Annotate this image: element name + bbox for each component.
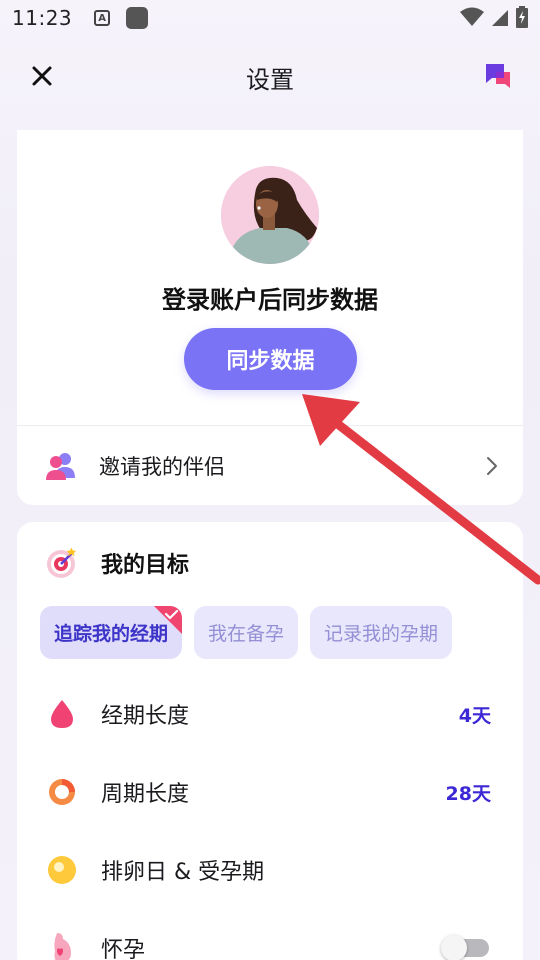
pregnancy-toggle[interactable]: [441, 935, 491, 960]
tab-track-period[interactable]: 追踪我的经期: [40, 606, 183, 659]
check-badge-icon: [154, 606, 183, 634]
pregnancy-row[interactable]: 怀孕: [17, 918, 523, 960]
target-icon: [47, 547, 77, 578]
invite-label: 邀请我的伴侣: [99, 454, 225, 479]
drop-icon: [51, 700, 73, 728]
tab-track-pregnancy[interactable]: 记录我的孕期: [310, 606, 453, 659]
account-card: 登录账户后同步数据 同步数据 邀请我的伴侣: [17, 130, 523, 505]
battery-icon: [516, 6, 528, 28]
period-length-row[interactable]: 经期长度 4天: [17, 684, 523, 744]
partner-icon: [46, 452, 75, 480]
invite-partner-row[interactable]: 邀请我的伴侣: [17, 426, 523, 505]
goals-card: 我的目标 追踪我的经期 我在备孕 记录我的孕期 经期长度 4天 周期长度 28天…: [17, 522, 523, 960]
tab-trying-to-conceive[interactable]: 我在备孕: [194, 606, 299, 659]
notification-app-icon: A: [94, 10, 111, 26]
header: 设置: [0, 50, 540, 100]
row-label: 怀孕: [101, 938, 146, 960]
notification-square-icon: [126, 7, 149, 29]
row-label: 排卵日 & 受孕期: [101, 860, 265, 885]
ovulation-icon: [48, 856, 76, 884]
row-label: 经期长度: [101, 704, 190, 729]
cycle-length-row[interactable]: 周期长度 28天: [17, 762, 523, 822]
goal-tabs: 追踪我的经期 我在备孕 记录我的孕期: [40, 606, 453, 659]
status-bar: 11:23 A: [0, 0, 540, 36]
toggle-knob: [441, 935, 467, 960]
cycle-icon: [49, 779, 75, 805]
ovulation-row[interactable]: 排卵日 & 受孕期: [17, 840, 523, 900]
chevron-right-icon: [487, 456, 497, 475]
tab-label: 我在备孕: [208, 623, 285, 645]
row-value: 4天: [458, 704, 491, 727]
signal-icon: [492, 10, 508, 26]
row-value: 28天: [445, 782, 491, 805]
sync-data-button[interactable]: 同步数据: [184, 328, 357, 390]
goal-header: 我的目标: [45, 546, 189, 580]
wifi-icon: [460, 7, 484, 26]
goals-title: 我的目标: [101, 553, 190, 578]
sync-title: 登录账户后同步数据: [162, 286, 378, 314]
status-time: 11:23: [12, 6, 73, 30]
status-icons: [460, 6, 528, 28]
tab-label: 记录我的孕期: [324, 623, 439, 645]
avatar: [221, 166, 319, 264]
tab-label: 追踪我的经期: [54, 623, 169, 645]
chat-bubbles-icon[interactable]: [482, 60, 514, 92]
row-label: 周期长度: [101, 782, 190, 807]
page-title: 设置: [246, 66, 294, 94]
pregnancy-icon: [54, 933, 71, 960]
